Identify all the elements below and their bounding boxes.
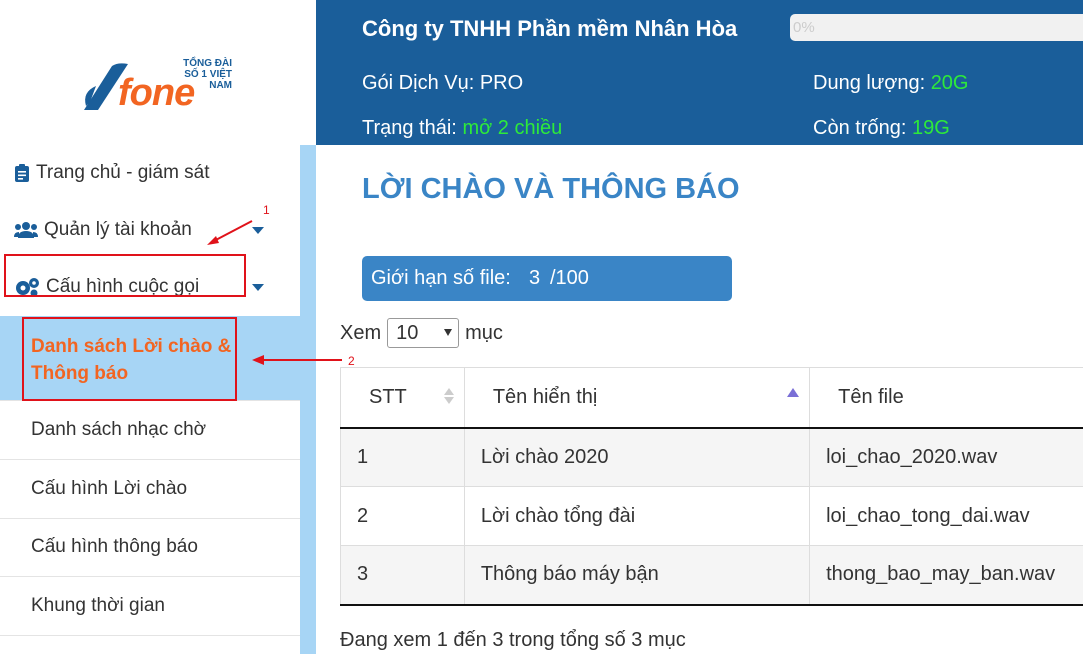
table-info: Đang xem 1 đến 3 trong tổng số 3 mục: [340, 629, 686, 651]
dropdown-arrow-icon: [444, 329, 453, 336]
company-name: Công ty TNHH Phần mềm Nhân Hòa: [362, 16, 738, 41]
chevron-down-icon[interactable]: [252, 284, 264, 291]
clipboard-icon: [15, 164, 29, 182]
submenu-label: Cấu hình thông báo: [31, 536, 198, 557]
sort-icon: [443, 388, 454, 404]
capacity-row: Dung lượng: 20G: [813, 72, 969, 95]
sidebar-scroll-strip: [300, 145, 316, 654]
sidebar-item-label: Trang chủ - giám sát: [36, 162, 210, 183]
free-label: Còn trống:: [813, 117, 907, 139]
file-limit-max: /100: [550, 267, 589, 289]
submenu-greeting-config[interactable]: Cấu hình Lời chào: [0, 459, 300, 519]
annotation-number-2: 2: [348, 354, 355, 368]
cell-file-name: loi_chao_2020.wav: [809, 427, 1083, 487]
progress-text: 0%: [793, 19, 815, 36]
sidebar: TỔNG ĐÀI SỐ 1 VIỆT NAM fone Trang chủ - …: [0, 0, 316, 654]
status-value: mở 2 chiều: [462, 117, 563, 139]
submenu-label: Danh sách nhạc chờ: [31, 419, 207, 440]
sidebar-item-dashboard[interactable]: Trang chủ - giám sát: [14, 162, 210, 184]
usage-progress-bar: 0%: [790, 14, 1083, 41]
cell-display-name: Thông báo máy bận: [463, 545, 811, 606]
package-label: Gói Dịch Vụ: PRO: [362, 72, 524, 94]
users-icon: [14, 222, 38, 238]
chevron-down-icon[interactable]: [252, 227, 264, 234]
cell-display-name: Lời chào tổng đài: [463, 486, 811, 546]
column-header-label: Tên hiển thị: [492, 385, 598, 408]
highlight-box-call-config: [4, 254, 246, 297]
cell-stt: 2: [340, 486, 465, 546]
status-label: Trạng thái:: [362, 117, 457, 139]
column-header-label: Tên file: [838, 385, 904, 408]
annotation-number-1: 1: [263, 203, 270, 217]
logo-word: fone: [118, 72, 195, 114]
page-title: LỜI CHÀO VÀ THÔNG BÁO: [362, 173, 740, 205]
capacity-label: Dung lượng:: [813, 72, 926, 94]
vfone-logo[interactable]: TỔNG ĐÀI SỐ 1 VIỆT NAM fone: [82, 56, 242, 116]
column-header-label: STT: [369, 385, 407, 408]
cell-file-name: loi_chao_tong_dai.wav: [809, 486, 1083, 546]
sidebar-item-label: Quản lý tài khoản: [44, 219, 192, 240]
cell-stt: 3: [340, 545, 465, 606]
status-row: Trạng thái: mở 2 chiều: [362, 117, 562, 140]
show-suffix: mục: [465, 321, 503, 344]
submenu-announcement-config[interactable]: Cấu hình thông báo: [0, 518, 300, 577]
cell-stt: 1: [340, 427, 465, 487]
file-limit-box: Giới hạn số file: 3 /100: [362, 256, 732, 301]
page-length-select[interactable]: 10: [387, 318, 460, 348]
file-limit-count: 3: [529, 267, 541, 289]
table-row[interactable]: 1 Lời chào 2020 loi_chao_2020.wav: [340, 427, 1083, 487]
submenu-label: Cấu hình Lời chào: [31, 478, 188, 499]
account-header: Công ty TNHH Phần mềm Nhân Hòa 0% Gói Dị…: [316, 0, 1083, 145]
highlight-box-greetings: [22, 317, 237, 401]
table-row[interactable]: 3 Thông báo máy bận thong_bao_may_ban.wa…: [340, 545, 1083, 606]
main-content: LỜI CHÀO VÀ THÔNG BÁO Giới hạn số file: …: [316, 145, 1083, 654]
show-prefix: Xem: [340, 321, 382, 344]
greetings-table: STT Tên hiển thị Tên file 1 Lời chào 202…: [340, 367, 1083, 606]
page-length-control: Xem 10 mục: [340, 318, 503, 348]
sort-ascending-icon: [787, 388, 800, 397]
cell-file-name: thong_bao_may_ban.wav: [809, 545, 1083, 606]
logo-tagline-1: TỔNG ĐÀI: [183, 58, 232, 69]
submenu-hold-music[interactable]: Danh sách nhạc chờ: [0, 400, 300, 460]
free-value: 19G: [911, 117, 950, 139]
column-header-file-name[interactable]: Tên file: [809, 367, 1083, 429]
table-header-row: STT Tên hiển thị Tên file: [340, 367, 1083, 429]
table-row[interactable]: 2 Lời chào tổng đài loi_chao_tong_dai.wa…: [340, 486, 1083, 546]
file-limit-label: Giới hạn số file:: [371, 267, 511, 289]
submenu-time-frame[interactable]: Khung thời gian: [0, 576, 300, 636]
cell-display-name: Lời chào 2020: [463, 427, 811, 487]
free-row: Còn trống: 19G: [813, 117, 950, 140]
column-header-stt[interactable]: STT: [340, 367, 465, 429]
sidebar-item-accounts[interactable]: Quản lý tài khoản: [14, 219, 276, 241]
submenu-label: Khung thời gian: [31, 595, 165, 616]
capacity-value: 20G: [930, 72, 969, 94]
page-length-value: 10: [396, 322, 419, 344]
column-header-display-name[interactable]: Tên hiển thị: [463, 367, 811, 429]
